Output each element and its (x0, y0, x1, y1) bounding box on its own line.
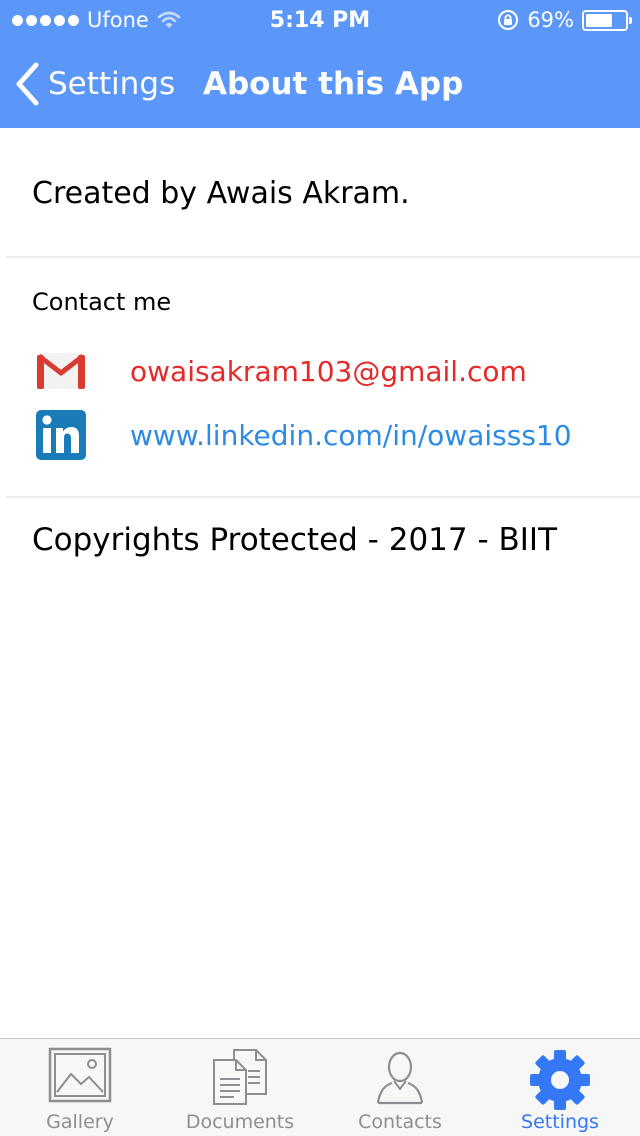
created-by-text: Created by Awais Akram. (32, 176, 410, 211)
tab-contacts[interactable]: Contacts (320, 1039, 480, 1136)
linkedin-link[interactable]: www.linkedin.com/in/owaisss10 (130, 419, 572, 452)
page-title: About this App (203, 66, 464, 102)
tab-label: Gallery (46, 1111, 114, 1133)
gear-icon (530, 1050, 590, 1110)
back-button[interactable]: Settings (14, 62, 175, 106)
rotation-lock-icon (498, 10, 519, 30)
linkedin-icon (36, 410, 86, 460)
tab-label: Documents (185, 1111, 295, 1133)
chevron-left-icon (16, 62, 39, 106)
divider (6, 256, 640, 258)
status-right: 69% (497, 8, 632, 32)
documents-icon (213, 1049, 267, 1105)
contact-heading: Contact me (32, 288, 172, 316)
linkedin-row[interactable]: www.linkedin.com/in/owaisss10 (36, 410, 572, 460)
battery-fill (586, 13, 613, 27)
tab-label: Settings (521, 1111, 599, 1133)
email-row[interactable]: owaisakram103@gmail.com (36, 352, 527, 390)
tab-gallery[interactable]: Gallery (0, 1039, 160, 1136)
battery-percent: 69% (527, 8, 574, 32)
tab-bar: Gallery Documents Contacts Settings (0, 1038, 640, 1136)
gallery-icon (48, 1047, 112, 1103)
status-bar: Ufone 5:14 PM 69% (0, 0, 640, 40)
back-label: Settings (48, 66, 176, 102)
contacts-icon (376, 1051, 424, 1105)
gmail-icon (37, 353, 85, 389)
header: Ufone 5:14 PM 69% Settings About this Ap… (0, 0, 640, 128)
battery-icon (582, 9, 632, 31)
navigation-bar: Settings About this App (0, 48, 640, 122)
divider (6, 496, 640, 498)
copyright-text: Copyrights Protected - 2017 - BIIT (32, 522, 558, 558)
tab-documents[interactable]: Documents (160, 1039, 320, 1136)
tab-label: Contacts (358, 1111, 442, 1133)
tab-settings[interactable]: Settings (480, 1039, 640, 1136)
email-link[interactable]: owaisakram103@gmail.com (130, 355, 527, 388)
